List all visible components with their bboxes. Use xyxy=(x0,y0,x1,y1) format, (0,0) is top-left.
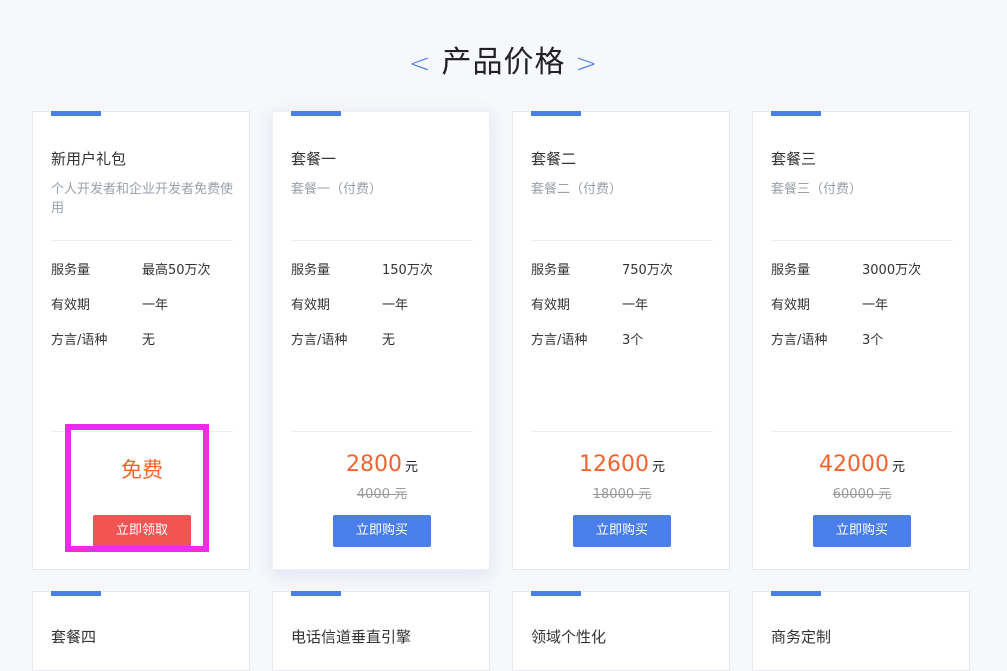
plan-name: 新用户礼包 xyxy=(51,150,127,168)
divider xyxy=(531,431,713,432)
card-accent-bar xyxy=(771,111,821,116)
feature-key: 服务量 xyxy=(771,263,811,278)
price-unit: 元 xyxy=(651,460,665,475)
feature-key: 方言/语种 xyxy=(51,333,108,348)
card-accent-bar xyxy=(291,591,341,596)
feature-value: 无 xyxy=(382,333,396,348)
original-price: 4000 元 xyxy=(356,487,408,502)
divider xyxy=(771,431,953,432)
feature-value: 一年 xyxy=(142,298,169,313)
price-unit: 元 xyxy=(891,460,905,475)
price-value: 12600 xyxy=(578,452,649,477)
plan-price: 2800 元 xyxy=(273,452,491,477)
divider xyxy=(531,240,713,241)
chevron-left-icon[interactable]: < xyxy=(409,49,432,79)
plan-card-domain: 领域个性化 xyxy=(512,591,730,671)
feature-row: 方言/语种 无 xyxy=(51,329,155,348)
feature-row: 服务量 750万次 xyxy=(531,259,673,278)
buy-button[interactable]: 立即购买 xyxy=(573,515,671,547)
buy-button[interactable]: 立即购买 xyxy=(333,515,431,547)
feature-value: 一年 xyxy=(382,298,409,313)
feature-key: 服务量 xyxy=(51,263,91,278)
feature-key: 服务量 xyxy=(291,263,331,278)
feature-value: 3000万次 xyxy=(862,263,922,278)
feature-value: 一年 xyxy=(622,298,649,313)
feature-value: 最高50万次 xyxy=(142,263,211,278)
feature-row: 有效期 一年 xyxy=(771,294,888,313)
plan-name: 套餐二 xyxy=(531,150,577,168)
chevron-right-icon[interactable]: > xyxy=(576,49,599,79)
buy-button[interactable]: 立即购买 xyxy=(813,515,911,547)
feature-key: 方言/语种 xyxy=(771,333,828,348)
plan-desc: 套餐三（付费） xyxy=(771,182,863,197)
plan-desc: 个人开发者和企业开发者免费使用 xyxy=(51,182,234,216)
plan-name: 领域个性化 xyxy=(531,628,607,646)
plan-name: 电话信道垂直引擎 xyxy=(291,628,412,646)
card-accent-bar xyxy=(531,591,581,596)
feature-key: 有效期 xyxy=(291,298,331,313)
feature-row: 服务量 150万次 xyxy=(291,259,433,278)
plan-name: 商务定制 xyxy=(771,628,832,646)
feature-row: 方言/语种 3个 xyxy=(531,329,643,348)
feature-value: 150万次 xyxy=(382,263,433,278)
divider xyxy=(771,240,953,241)
feature-value: 3个 xyxy=(862,333,884,348)
price-unit: 元 xyxy=(404,460,418,475)
plan-name: 套餐四 xyxy=(51,628,97,646)
divider xyxy=(51,240,233,241)
plan-name: 套餐三 xyxy=(771,150,817,168)
plan-price: 42000 元 xyxy=(753,452,971,477)
section-title-text: 产品价格 xyxy=(441,45,566,80)
plan-card-4: 套餐四 xyxy=(32,591,250,671)
feature-row: 有效期 一年 xyxy=(291,294,408,313)
original-price: 60000 元 xyxy=(832,487,892,502)
card-accent-bar xyxy=(531,111,581,116)
feature-row: 有效期 一年 xyxy=(51,294,168,313)
plan-desc: 套餐一（付费） xyxy=(291,182,383,197)
feature-row: 有效期 一年 xyxy=(531,294,648,313)
feature-row: 服务量 3000万次 xyxy=(771,259,921,278)
feature-row: 方言/语种 3个 xyxy=(771,329,883,348)
feature-row: 服务量 最高50万次 xyxy=(51,259,211,278)
feature-key: 方言/语种 xyxy=(531,333,588,348)
section-title: < 产品价格 > xyxy=(0,40,1007,87)
plan-card-1: 套餐一 套餐一（付费） 服务量 150万次 有效期 一年 方言/语种无 2800 元 … xyxy=(272,111,490,570)
card-accent-bar xyxy=(51,591,101,596)
plan-desc: 套餐二（付费） xyxy=(531,182,623,197)
feature-value: 一年 xyxy=(862,298,889,313)
card-accent-bar xyxy=(291,111,341,116)
original-price: 18000 元 xyxy=(592,487,652,502)
feature-key: 有效期 xyxy=(51,298,91,313)
feature-key: 有效期 xyxy=(771,298,811,313)
plan-name: 套餐一 xyxy=(291,150,337,168)
feature-row: 方言/语种 无 xyxy=(291,329,395,348)
card-accent-bar xyxy=(771,591,821,596)
price-value: 42000 xyxy=(818,452,889,477)
feature-value: 3个 xyxy=(622,333,644,348)
divider xyxy=(291,431,473,432)
plan-card-2: 套餐二 套餐二（付费） 服务量 750万次 有效期 一年 方言/语种 3个 12600… xyxy=(512,111,730,570)
plan-card-business: 商务定制 xyxy=(752,591,970,671)
card-accent-bar xyxy=(51,111,101,116)
plan-card-3: 套餐三 套餐三（付费） 服务量 3000万次 有效期 一年 方言/语种 3个 4200… xyxy=(752,111,970,570)
feature-key: 服务量 xyxy=(531,263,571,278)
plan-price: 12600 元 xyxy=(513,452,731,477)
plan-card-telephony: 电话信道垂直引擎 xyxy=(272,591,490,671)
highlight-box xyxy=(65,424,209,552)
feature-value: 750万次 xyxy=(622,263,673,278)
feature-value: 无 xyxy=(142,333,156,348)
divider xyxy=(291,240,473,241)
price-value: 2800 xyxy=(345,452,402,477)
feature-key: 方言/语种 xyxy=(291,333,348,348)
feature-key: 有效期 xyxy=(531,298,571,313)
